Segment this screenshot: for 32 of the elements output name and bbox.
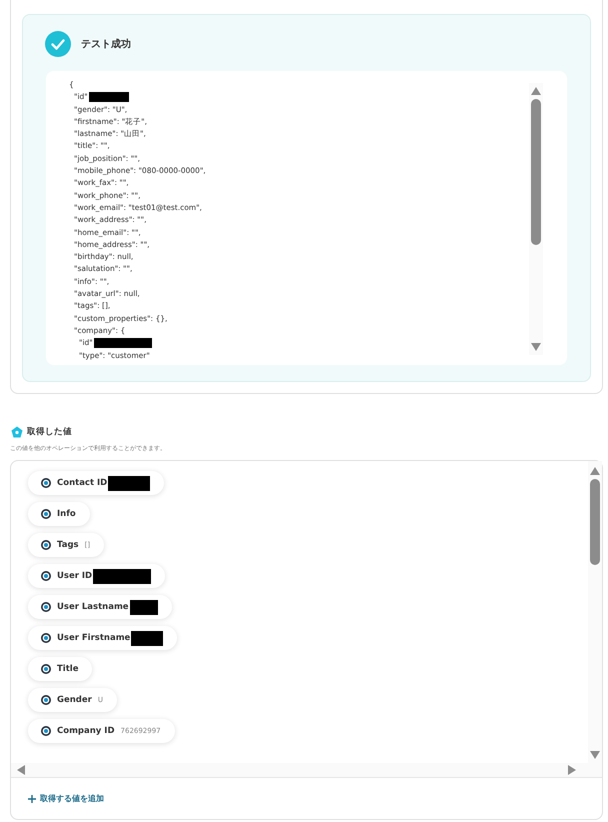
target-icon xyxy=(41,664,51,674)
add-value-link[interactable]: 取得する値を追加 xyxy=(28,793,104,804)
scroll-down-icon[interactable] xyxy=(590,751,600,759)
scroll-thumb[interactable] xyxy=(531,99,541,245)
scroll-up-icon[interactable] xyxy=(590,467,600,475)
plus-icon xyxy=(28,794,36,802)
target-icon xyxy=(41,695,51,705)
check-icon xyxy=(45,31,71,57)
target-icon xyxy=(41,478,51,488)
value-chip[interactable]: Contact ID xyxy=(28,471,164,495)
target-icon xyxy=(41,540,51,550)
target-icon xyxy=(41,602,51,612)
horizontal-scrollbar[interactable] xyxy=(11,763,602,777)
scroll-right-icon[interactable] xyxy=(568,765,576,775)
value-chip[interactable]: User Firstname xyxy=(28,626,178,650)
value-chip[interactable]: Title xyxy=(28,657,92,681)
scroll-up-icon[interactable] xyxy=(531,87,541,95)
result-title: テスト成功 xyxy=(81,38,131,51)
pentagon-icon xyxy=(11,426,23,438)
value-chip[interactable]: User ID xyxy=(28,564,166,588)
scrollbar[interactable] xyxy=(588,461,602,763)
scroll-down-icon[interactable] xyxy=(531,343,541,351)
target-icon xyxy=(41,633,51,643)
value-chip[interactable]: Info xyxy=(28,502,90,526)
target-icon xyxy=(41,726,51,736)
scroll-thumb[interactable] xyxy=(590,479,600,565)
scroll-left-icon[interactable] xyxy=(17,765,25,775)
scrollbar[interactable] xyxy=(529,83,543,355)
target-icon xyxy=(41,509,51,519)
value-chip[interactable]: User Lastname xyxy=(28,595,172,619)
target-icon xyxy=(41,571,51,581)
section-title: 取得した値 xyxy=(27,426,72,438)
